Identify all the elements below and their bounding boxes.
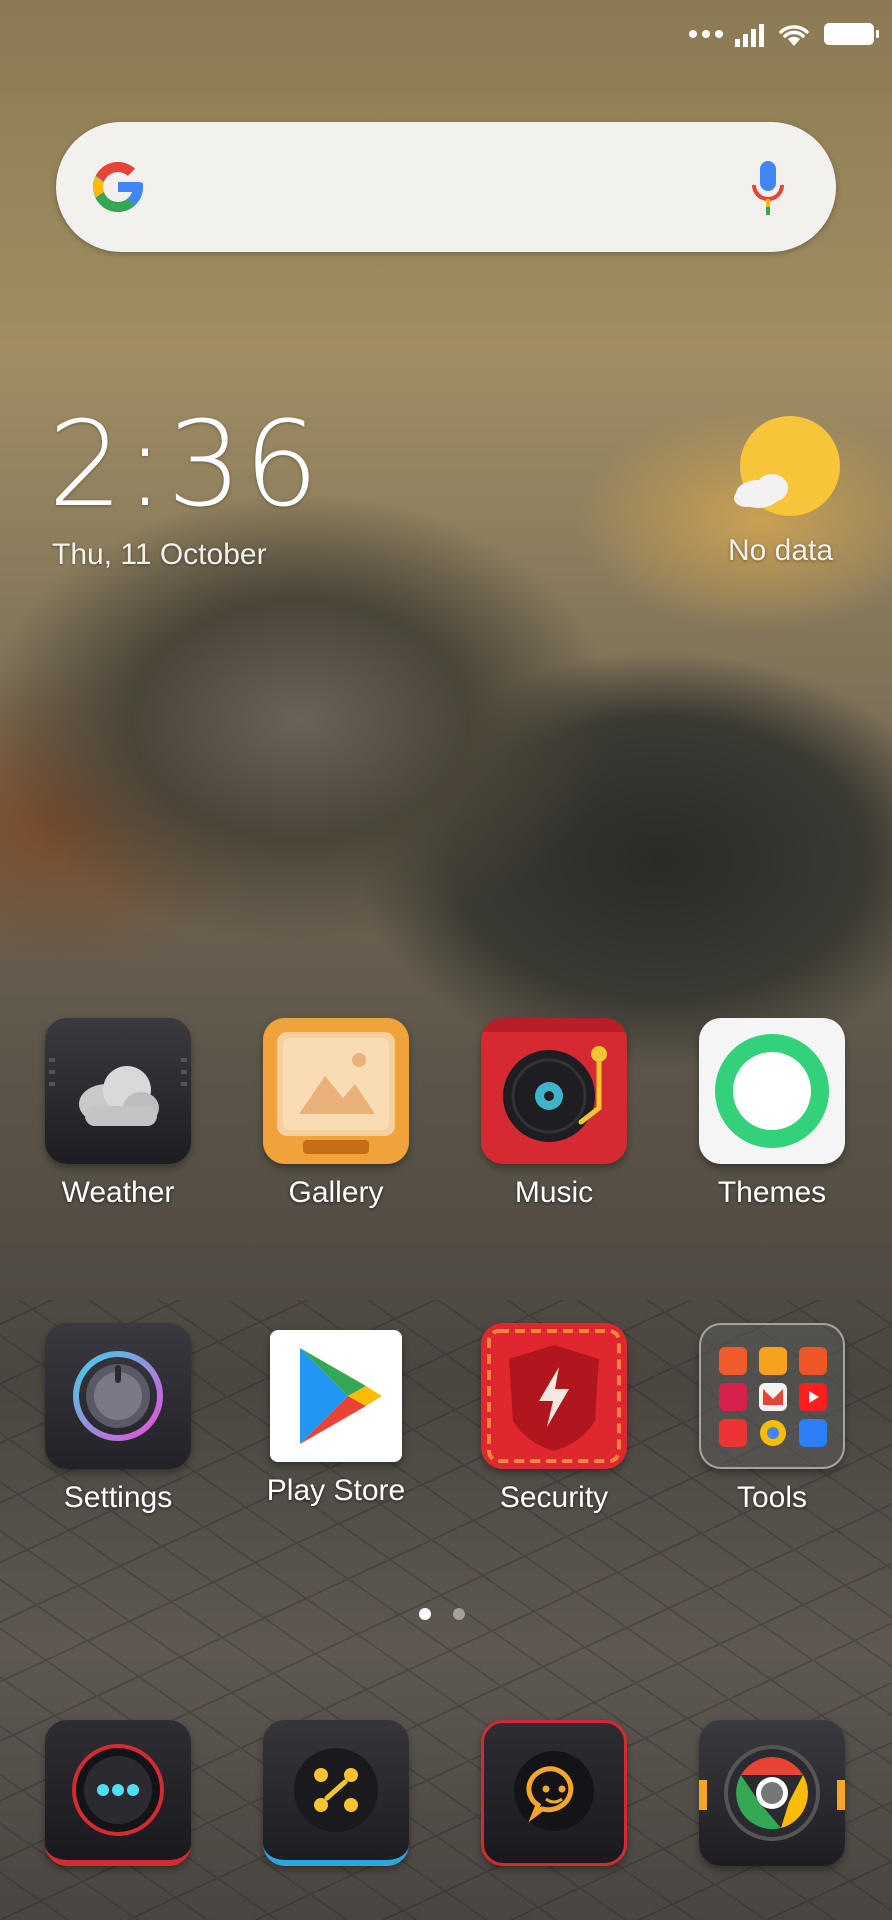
dock-app-drawer[interactable] <box>241 1720 431 1866</box>
play-store-icon <box>270 1330 402 1462</box>
app-label-music: Music <box>514 1176 594 1209</box>
app-themes[interactable]: Themes <box>677 1018 867 1210</box>
clock-date: Thu, 11 October <box>52 538 267 571</box>
status-bar <box>689 14 879 54</box>
page-dot-active[interactable] <box>419 1608 431 1620</box>
app-label-weather: Weather <box>61 1176 175 1209</box>
app-label-settings: Settings <box>63 1481 173 1514</box>
wifi-icon <box>779 25 809 46</box>
settings-knob-icon <box>45 1323 191 1469</box>
dock-phone[interactable] <box>23 1720 213 1866</box>
weather-cloud-icon <box>45 1018 191 1164</box>
weather-status: No data <box>728 534 834 567</box>
more-dots-icon <box>689 30 723 38</box>
app-label-play-store: Play Store <box>266 1474 406 1507</box>
music-turntable-icon <box>481 1018 627 1164</box>
security-shield-icon <box>481 1323 627 1469</box>
signal-icon <box>735 21 764 47</box>
app-label-security: Security <box>499 1481 609 1514</box>
app-play-store[interactable]: Play Store <box>241 1323 431 1508</box>
dock-chrome[interactable] <box>677 1720 867 1866</box>
search-bar[interactable] <box>56 122 836 252</box>
microphone-icon[interactable] <box>750 159 786 217</box>
dock-messages[interactable] <box>459 1720 649 1866</box>
battery-icon <box>824 23 879 45</box>
themes-ring-icon <box>699 1018 845 1164</box>
phone-dialer-icon <box>45 1720 191 1866</box>
sun-cloud-icon[interactable] <box>732 414 842 524</box>
google-g-icon <box>93 162 143 212</box>
app-gallery[interactable]: Gallery <box>241 1018 431 1210</box>
app-tools-folder[interactable]: Tools <box>677 1323 867 1515</box>
gallery-picture-icon <box>263 1018 409 1164</box>
page-dot-inactive[interactable] <box>453 1608 465 1620</box>
app-label-themes: Themes <box>717 1176 827 1209</box>
tools-folder-icon <box>699 1323 845 1469</box>
messages-chat-icon <box>481 1720 627 1866</box>
app-drawer-icon <box>263 1720 409 1866</box>
page-indicator[interactable] <box>419 1608 465 1620</box>
app-music[interactable]: Music <box>459 1018 649 1210</box>
app-security[interactable]: Security <box>459 1323 649 1515</box>
app-weather[interactable]: Weather <box>23 1018 213 1210</box>
app-settings[interactable]: Settings <box>23 1323 213 1515</box>
app-label-gallery: Gallery <box>288 1176 384 1209</box>
clock-time[interactable]: 2:36 <box>48 405 321 523</box>
chrome-browser-icon <box>699 1720 845 1866</box>
app-label-tools: Tools <box>736 1481 808 1514</box>
